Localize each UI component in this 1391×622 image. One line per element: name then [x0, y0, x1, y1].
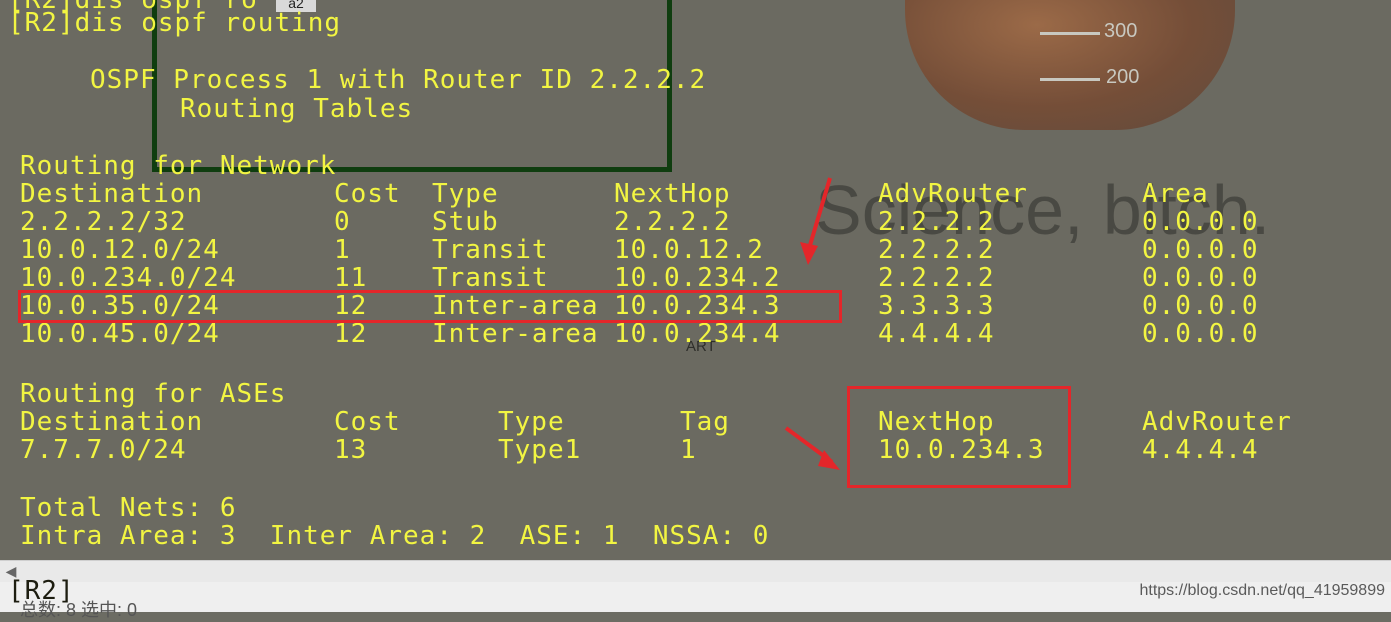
cell-destination: 10.0.12.0/24 [20, 235, 220, 265]
cell-advrouter: 2.2.2.2 [878, 263, 995, 293]
process-title: OSPF Process 1 with Router ID 2.2.2.2 [90, 65, 707, 95]
col-nexthop: NextHop [614, 179, 731, 209]
col-cost: Cost [334, 407, 401, 437]
cell-destination: 2.2.2.2/32 [20, 207, 187, 237]
highlight-box-row [18, 290, 842, 323]
flask-mark-300: 300 [1104, 20, 1138, 42]
col-tag: Tag [680, 407, 730, 437]
network-section-title: Routing for Network [20, 151, 337, 181]
arrow-icon [800, 177, 832, 265]
horizontal-scrollbar[interactable]: ◀ [0, 560, 1391, 583]
total-nets: Total Nets: 6 [20, 493, 237, 523]
area-summary: Intra Area: 3 Inter Area: 2 ASE: 1 NSSA:… [20, 521, 770, 551]
cell-advrouter: 4.4.4.4 [878, 319, 995, 349]
cell-cost: 11 [334, 263, 368, 293]
ase-section-title: Routing for ASEs [20, 379, 287, 409]
cell-advrouter: 4.4.4.4 [1142, 435, 1259, 465]
cell-area: 0.0.0.0 [1142, 263, 1259, 293]
cell-nexthop: 10.0.234.4 [614, 319, 781, 349]
source-url: https://blog.csdn.net/qq_41959899 [1139, 582, 1385, 599]
arrow-icon [784, 426, 840, 470]
cell-nexthop: 10.0.12.2 [614, 235, 764, 265]
cell-destination: 7.7.7.0/24 [20, 435, 187, 465]
routing-tables-title: Routing Tables [180, 94, 414, 124]
cell-destination: 10.0.234.0/24 [20, 263, 237, 293]
cell-tag: 1 [680, 435, 697, 465]
command-line: [R2]dis ospf routing [8, 8, 342, 38]
col-advrouter: AdvRouter [878, 179, 1028, 209]
col-type: Type [498, 407, 565, 437]
highlight-box-nexthop [847, 386, 1071, 488]
cell-area: 0.0.0.0 [1142, 207, 1259, 237]
flask-tick [1040, 78, 1100, 81]
flask-mark-200: 200 [1106, 66, 1140, 88]
cell-type: Transit [432, 263, 549, 293]
cell-type: Stub [432, 207, 499, 237]
cell-cost: 13 [334, 435, 368, 465]
flask-image [905, 0, 1235, 130]
cell-type: Transit [432, 235, 549, 265]
cell-area: 0.0.0.0 [1142, 291, 1259, 321]
cell-area: 0.0.0.0 [1142, 319, 1259, 349]
cell-type: Inter-area [432, 319, 599, 349]
col-type: Type [432, 179, 499, 209]
cell-type: Type1 [498, 435, 582, 465]
cell-area: 0.0.0.0 [1142, 235, 1259, 265]
col-destination: Destination [20, 407, 204, 437]
col-destination: Destination [20, 179, 204, 209]
cell-destination: 10.0.45.0/24 [20, 319, 220, 349]
col-advrouter: AdvRouter [1142, 407, 1292, 437]
cell-nexthop: 2.2.2.2 [614, 207, 731, 237]
cell-cost: 12 [334, 319, 368, 349]
cell-advrouter: 2.2.2.2 [878, 207, 995, 237]
cell-nexthop: 10.0.234.2 [614, 263, 781, 293]
status-count: 总数: 8 选中: 0 [20, 600, 138, 620]
flask-tick [1040, 32, 1100, 35]
cell-advrouter: 3.3.3.3 [878, 291, 995, 321]
terminal-window[interactable]: 300 200 Science, bitch. ART a2 [R2]dis o… [0, 0, 1391, 560]
col-cost: Cost [334, 179, 401, 209]
cell-advrouter: 2.2.2.2 [878, 235, 995, 265]
cell-cost: 1 [334, 235, 351, 265]
cell-cost: 0 [334, 207, 351, 237]
col-area: Area [1142, 179, 1209, 209]
